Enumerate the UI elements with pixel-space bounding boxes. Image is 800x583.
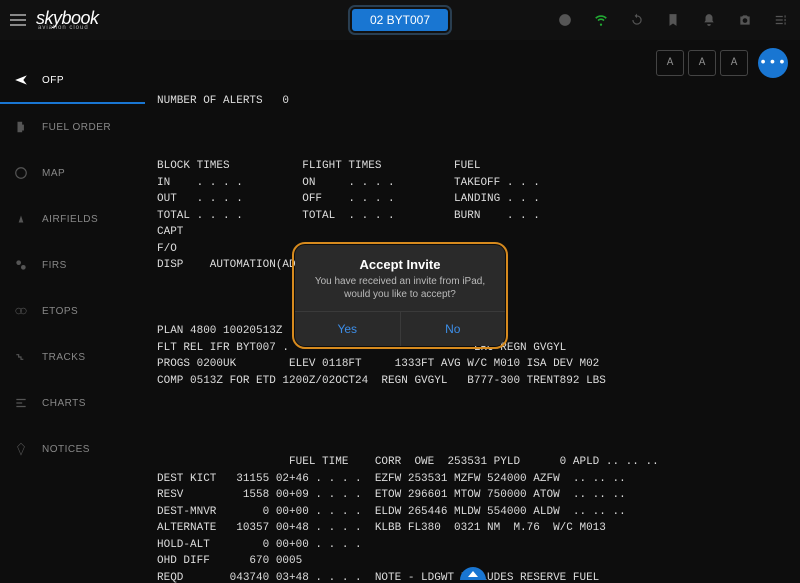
settings-icon[interactable]	[774, 13, 788, 27]
sync-icon[interactable]	[630, 13, 644, 27]
download-icon[interactable]	[558, 13, 572, 27]
ofp-block-2: FUEL TIME CORR OWE 253531 PYLD 0 APLD ..…	[157, 454, 788, 583]
content-toolbar: A A A •••	[656, 48, 788, 78]
accept-invite-modal: Accept Invite You have received an invit…	[295, 245, 505, 346]
sidebar-item-map[interactable]: MAP	[0, 150, 145, 196]
hamburger-icon[interactable]	[10, 14, 26, 26]
sidebar-item-airfields[interactable]: AIRFIELDS	[0, 196, 145, 242]
modal-yes-button[interactable]: Yes	[295, 312, 401, 346]
sidebar-label: NOTICES	[42, 444, 90, 455]
more-button[interactable]: •••	[758, 48, 788, 78]
sidebar-item-etops[interactable]: ETOPS	[0, 288, 145, 334]
logo: skybook aviation cloud	[36, 9, 99, 31]
sidebar-label: FUEL ORDER	[42, 122, 111, 133]
font-size-large[interactable]: A	[720, 50, 748, 76]
modal-message: You have received an invite from iPad, w…	[309, 275, 491, 301]
bell-icon[interactable]	[702, 13, 716, 27]
sidebar-label: FIRS	[42, 260, 67, 271]
modal-no-button[interactable]: No	[401, 312, 506, 346]
sidebar-label: MAP	[42, 168, 65, 179]
alerts-line: NUMBER OF ALERTS 0	[157, 93, 788, 110]
sidebar-item-tracks[interactable]: TRACKS	[0, 334, 145, 380]
sidebar-item-firs[interactable]: FIRS	[0, 242, 145, 288]
flight-badge[interactable]: 02 BYT007	[352, 9, 448, 31]
sidebar-label: AIRFIELDS	[42, 214, 98, 225]
sidebar-item-charts[interactable]: CHARTS	[0, 380, 145, 426]
app-header: skybook aviation cloud 02 BYT007	[0, 0, 800, 40]
sidebar-label: CHARTS	[42, 398, 86, 409]
sidebar: OFP FUEL ORDER MAP AIRFIELDS FIRS ETOPS …	[0, 40, 145, 583]
sidebar-item-ofp[interactable]: OFP	[0, 58, 145, 104]
camera-icon[interactable]	[738, 13, 752, 27]
font-size-small[interactable]: A	[656, 50, 684, 76]
header-icons	[558, 13, 788, 27]
sidebar-label: ETOPS	[42, 306, 78, 317]
font-size-medium[interactable]: A	[688, 50, 716, 76]
sidebar-item-notices[interactable]: NOTICES	[0, 426, 145, 472]
sidebar-label: TRACKS	[42, 352, 86, 363]
wifi-icon[interactable]	[594, 13, 608, 27]
modal-title: Accept Invite	[309, 257, 491, 272]
sidebar-item-fuel-order[interactable]: FUEL ORDER	[0, 104, 145, 150]
bookmark-icon[interactable]	[666, 13, 680, 27]
sidebar-label: OFP	[42, 75, 64, 86]
